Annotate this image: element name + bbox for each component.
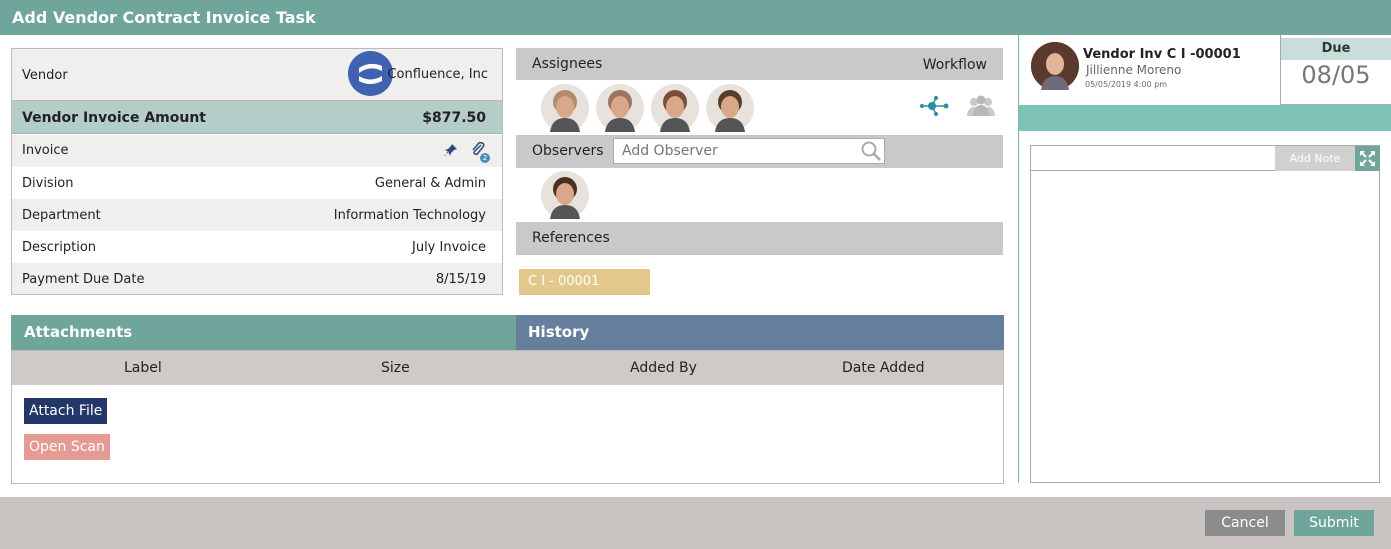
amount-label: Vendor Invoice Amount [22,110,207,126]
assignees-label: Assignees [532,56,603,72]
department-row: Department Information Technology [12,199,502,231]
avatar [1031,42,1079,90]
vendor-label: Vendor [22,68,68,83]
column-header-label: Label [124,360,162,376]
group-icon[interactable] [966,94,996,118]
payment-due-label: Payment Due Date [22,272,145,287]
note-input[interactable] [1031,146,1275,171]
department-value: Information Technology [333,208,486,223]
attach-file-button[interactable]: Attach File [24,398,108,424]
description-label: Description [22,240,97,255]
amount-value: $877.50 [422,110,486,126]
open-scan-button[interactable]: Open Scan [24,434,110,460]
task-datetime: 05/05/2019 4:00 pm [1085,80,1168,89]
add-note-button[interactable]: Add Note [1275,146,1355,171]
description-value: July Invoice [412,240,486,255]
attachments-tab[interactable]: Attachments [11,315,516,351]
avatar[interactable] [541,84,589,132]
references-bar: References [516,222,1003,255]
submit-button[interactable]: Submit [1294,510,1374,536]
notes-panel: Add Note [1030,145,1380,483]
workflow-icon[interactable] [918,95,950,117]
task-title: Vendor Inv C I -00001 [1083,47,1241,62]
add-observer-input[interactable] [613,138,885,164]
description-row: Description July Invoice [12,231,502,263]
attachment-count-badge: 2 [480,153,490,163]
due-value: 08/05 [1301,61,1371,89]
vendor-name: Confluence, Inc [387,67,488,82]
paperclip-icon[interactable]: 2 [470,141,490,163]
references-label: References [532,230,610,246]
task-band [1019,105,1391,131]
vendor-invoice-amount-row: Vendor Invoice Amount $877.50 [12,101,502,134]
history-tab[interactable]: History [516,315,1004,351]
invoice-row: Invoice 2 [12,135,502,167]
pin-icon[interactable] [443,144,462,161]
avatar[interactable] [706,84,754,132]
search-icon[interactable] [860,140,882,162]
department-label: Department [22,208,101,223]
avatar[interactable] [596,84,644,132]
column-header-added-by: Added By [630,360,697,376]
payment-due-value: 8/15/19 [435,272,486,287]
task-person: Jillienne Moreno [1086,63,1182,77]
division-label: Division [22,176,74,191]
due-label: Due [1281,38,1391,60]
payment-due-date-row: Payment Due Date 8/15/19 [12,263,502,294]
assignees-bar: Assignees Workflow [516,48,1003,80]
workflow-label: Workflow [922,57,987,73]
column-header-size: Size [381,360,410,376]
footer-bar [0,497,1391,549]
reference-tag[interactable]: C I - 00001 [519,269,650,295]
page-title: Add Vendor Contract Invoice Task [0,0,1391,35]
invoice-label: Invoice [22,143,69,158]
attachments-table: Label Size Added By Date Added [11,350,1004,484]
division-value: General & Admin [374,176,486,191]
observers-label: Observers [532,143,604,159]
column-header-date-added: Date Added [842,360,925,376]
vendor-details-panel: Vendor Confluence, Inc Vendor Invoice Am… [11,48,503,295]
due-date-box: Due 08/05 [1280,35,1391,105]
avatar[interactable] [541,171,589,219]
division-row: Division General & Admin [12,167,502,199]
invoice-icons: 2 [443,141,490,163]
avatar[interactable] [651,84,699,132]
expand-icon[interactable] [1355,146,1380,171]
vendor-logo [348,51,393,96]
cancel-button[interactable]: Cancel [1205,510,1285,536]
vendor-row: Vendor Confluence, Inc [12,49,502,101]
table-header: Label Size Added By Date Added [12,351,1003,385]
